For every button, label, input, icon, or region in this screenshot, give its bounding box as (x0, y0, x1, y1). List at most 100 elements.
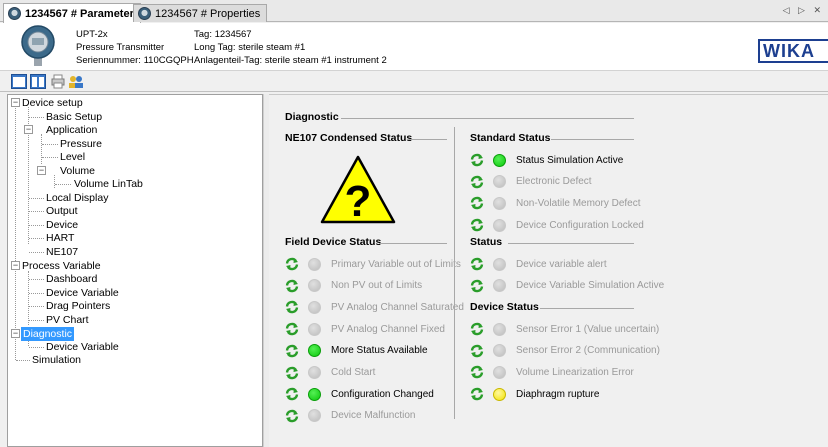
tree-item-volume[interactable]: Volume (60, 165, 95, 177)
refresh-icon[interactable] (285, 366, 299, 380)
status-indicator-grey (308, 322, 321, 336)
refresh-icon[interactable] (285, 344, 299, 358)
tree-item-volume-lintab[interactable]: Volume LinTab (74, 178, 143, 190)
status-indicator-grey (493, 322, 506, 336)
tree-connector (54, 175, 55, 188)
refresh-icon[interactable] (470, 322, 484, 336)
tree-connector (41, 134, 42, 164)
tree-connector (42, 157, 58, 158)
refresh-icon[interactable] (470, 344, 484, 358)
collapse-toggle-icon[interactable]: − (37, 166, 46, 175)
tree-item-output[interactable]: Output (46, 205, 78, 217)
status-row: Configuration Changed (285, 386, 434, 402)
tab-parameter[interactable]: 1234567 # Parameter (3, 3, 141, 23)
print-icon[interactable] (50, 74, 66, 89)
tree-item-dashboard[interactable]: Dashboard (46, 273, 97, 285)
collapse-toggle-icon[interactable]: − (11, 98, 20, 107)
tree-item-device-setup[interactable]: Device setup (22, 97, 83, 109)
status-label: Device Variable Simulation Active (516, 280, 665, 292)
diagnostic-panel: Diagnostic NE107 Condensed Status ? Fiel… (269, 94, 828, 447)
tree-item-device-variable[interactable]: Device Variable (46, 287, 119, 299)
divider (379, 243, 447, 244)
tree-connector (29, 306, 44, 307)
refresh-icon[interactable] (470, 175, 484, 189)
refresh-icon[interactable] (470, 279, 484, 293)
refresh-icon[interactable] (285, 300, 299, 314)
status-indicator-grey (493, 218, 506, 232)
split-view-icon[interactable] (30, 74, 46, 89)
divider (540, 308, 634, 309)
status-indicator-grey (308, 366, 321, 379)
tree-connector (29, 225, 44, 226)
status-row: Non-Volatile Memory Defect (470, 195, 641, 211)
refresh-icon[interactable] (470, 387, 484, 401)
status-row: Device Configuration Locked (470, 217, 644, 233)
status-indicator-grey (308, 257, 321, 271)
layout-icon[interactable] (11, 74, 27, 89)
refresh-icon[interactable] (285, 279, 299, 293)
tree-item-simulation[interactable]: Simulation (32, 354, 81, 366)
tree-item-local-display[interactable]: Local Display (46, 192, 108, 204)
status-label: Cold Start (331, 367, 376, 378)
tree-item-ne107[interactable]: NE107 (46, 246, 78, 258)
status-label: Device Configuration Locked (516, 219, 644, 231)
standard-status-title: Standard Status (470, 132, 551, 144)
refresh-icon[interactable] (285, 409, 299, 423)
tab-properties[interactable]: 1234567 # Properties (133, 4, 268, 22)
tree-item-basic-setup[interactable]: Basic Setup (46, 111, 102, 123)
tree-item-device[interactable]: Device (46, 219, 78, 231)
tree-item-pressure[interactable]: Pressure (60, 138, 102, 150)
refresh-icon[interactable] (470, 218, 484, 232)
tree-connector (15, 271, 16, 332)
device-status-title: Device Status (470, 301, 539, 313)
column-separator (454, 127, 455, 419)
status-row: Volume Linearization Error (470, 364, 634, 380)
tree-connector (42, 144, 58, 145)
device-icon (8, 7, 21, 20)
status-indicator-green (308, 387, 321, 401)
users-icon[interactable] (68, 74, 84, 89)
tree-item-process-variable[interactable]: Process Variable (22, 260, 101, 272)
status-row: Diaphragm rupture (470, 386, 599, 402)
navigation-tree: − Device setup Basic Setup − Application… (7, 94, 263, 447)
status-row: Device variable alert (470, 256, 607, 272)
tree-item-diagnostic[interactable]: Diagnostic (21, 327, 75, 341)
tree-item-pv-chart[interactable]: PV Chart (46, 314, 89, 326)
tree-connector (29, 211, 44, 212)
divider (341, 118, 634, 119)
tree-item-drag-pointers[interactable]: Drag Pointers (46, 300, 110, 312)
serial-number: Seriennummer: 110CGQPH (76, 55, 194, 66)
ne107-symbol: ? (345, 177, 372, 226)
refresh-icon[interactable] (285, 322, 299, 336)
status-row: Cold Start (285, 365, 375, 381)
status-row: PV Analog Channel Fixed (285, 321, 445, 337)
status-indicator-grey (493, 196, 506, 210)
refresh-icon[interactable] (470, 365, 484, 379)
status-label: Sensor Error 1 (Value uncertain) (516, 323, 660, 335)
divider (551, 139, 634, 140)
refresh-icon[interactable] (285, 257, 299, 271)
tree-connector (29, 252, 44, 253)
status-row: Sensor Error 1 (Value uncertain) (470, 321, 659, 337)
status-indicator-grey (493, 175, 506, 189)
plant-tag: Anlagenteil-Tag: sterile steam #1 instru… (194, 55, 387, 66)
tree-item-level[interactable]: Level (60, 151, 85, 163)
collapse-toggle-icon[interactable]: − (11, 261, 20, 270)
collapse-toggle-icon[interactable]: − (11, 329, 20, 338)
tree-item-hart[interactable]: HART (46, 232, 74, 244)
tree-item-application[interactable]: Application (46, 124, 97, 136)
refresh-icon[interactable] (470, 153, 484, 167)
collapse-toggle-icon[interactable]: − (24, 125, 33, 134)
device-icon (138, 7, 151, 20)
status-label: Configuration Changed (331, 388, 434, 400)
refresh-icon[interactable] (470, 196, 484, 210)
refresh-icon[interactable] (285, 387, 299, 401)
tree-item-device-variable-diagnostic[interactable]: Device Variable (46, 341, 119, 353)
status-row: Device Variable Simulation Active (470, 278, 664, 294)
refresh-icon[interactable] (470, 257, 484, 271)
tab-navigation-arrows[interactable]: ◁ ▷ ✕ (783, 5, 824, 16)
status-row: Sensor Error 2 (Communication) (470, 343, 660, 359)
status-indicator-green (308, 344, 321, 358)
long-tag: Long Tag: sterile steam #1 (194, 42, 306, 53)
status-label: Device Malfunction (331, 410, 416, 422)
